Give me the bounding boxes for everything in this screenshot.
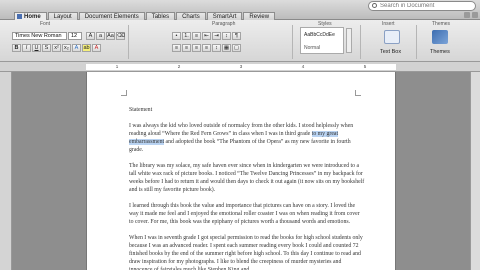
ruler-mark: 1 bbox=[115, 64, 119, 69]
insert-group-title: Insert bbox=[382, 21, 395, 27]
list-buttons: • 1. ≡ ⇤ ⇥ ↕ ¶ bbox=[172, 32, 241, 40]
ruler-marks: 1 2 3 4 5 bbox=[86, 64, 396, 70]
themes-label: Themes bbox=[430, 49, 450, 55]
paragraph-group-title: Paragraph bbox=[212, 21, 236, 27]
text-effects-button[interactable]: A bbox=[72, 44, 81, 52]
shrink-font-button[interactable]: a bbox=[96, 32, 105, 40]
change-case-button[interactable]: Aa bbox=[106, 32, 115, 40]
subscript-button[interactable]: x₂ bbox=[62, 44, 71, 52]
show-marks-button[interactable]: ¶ bbox=[232, 32, 241, 40]
search-box[interactable] bbox=[368, 1, 476, 11]
font-size-buttons: A a Aa ⌫ bbox=[86, 32, 125, 40]
highlight-button[interactable]: ab bbox=[82, 44, 91, 52]
ruler-mark: 4 bbox=[301, 64, 305, 69]
text-box-label: Text Box bbox=[380, 49, 402, 55]
crop-mark bbox=[355, 90, 361, 96]
bullets-button[interactable]: • bbox=[172, 32, 181, 40]
paragraph: The library was my solace, my safe haven… bbox=[129, 163, 365, 193]
decrease-indent-button[interactable]: ⇤ bbox=[202, 32, 211, 40]
document-area: Statement I was always the kid who loved… bbox=[0, 72, 480, 270]
italic-button[interactable]: I bbox=[22, 44, 31, 52]
crop-mark bbox=[121, 90, 127, 96]
align-right-button[interactable]: ≡ bbox=[192, 44, 201, 52]
vertical-ruler bbox=[0, 72, 12, 270]
strikethrough-button[interactable]: S bbox=[42, 44, 51, 52]
text-box-icon[interactable] bbox=[384, 30, 400, 44]
bold-button[interactable]: B bbox=[12, 44, 21, 52]
underline-button[interactable]: U bbox=[32, 44, 41, 52]
ruler-mark: 5 bbox=[363, 64, 367, 69]
vertical-scrollbar[interactable] bbox=[470, 72, 480, 270]
font-color-button[interactable]: A bbox=[92, 44, 101, 52]
search-icon bbox=[372, 3, 377, 8]
borders-button[interactable]: ▢ bbox=[232, 44, 241, 52]
horizontal-ruler[interactable]: 1 2 3 4 5 bbox=[0, 62, 480, 72]
ribbon-tab-bar: Home Layout Document Elements Tables Cha… bbox=[0, 0, 480, 21]
shading-button[interactable]: ▦ bbox=[222, 44, 231, 52]
align-center-button[interactable]: ≡ bbox=[182, 44, 191, 52]
justify-button[interactable]: ≡ bbox=[202, 44, 211, 52]
increase-indent-button[interactable]: ⇥ bbox=[212, 32, 221, 40]
ruler-mark: 3 bbox=[239, 64, 243, 69]
grow-font-button[interactable]: A bbox=[86, 32, 95, 40]
divider bbox=[292, 25, 293, 59]
font-group-title: Font bbox=[40, 21, 51, 27]
document-text[interactable]: Statement I was always the kid who loved… bbox=[129, 106, 365, 270]
sort-button[interactable]: ↕ bbox=[222, 32, 231, 40]
line-spacing-button[interactable]: ↕ bbox=[212, 44, 221, 52]
document-title: Statement bbox=[129, 107, 153, 113]
clear-format-button[interactable]: ⌫ bbox=[116, 32, 125, 40]
multilevel-list-button[interactable]: ≡ bbox=[192, 32, 201, 40]
ribbon: Font Paragraph Styles Insert Themes Time… bbox=[0, 20, 480, 62]
styles-scroll[interactable] bbox=[346, 28, 352, 53]
font-style-buttons: B I U S x² x₂ A ab A bbox=[12, 44, 101, 52]
numbering-button[interactable]: 1. bbox=[182, 32, 191, 40]
collapse-ribbon-icon[interactable] bbox=[464, 12, 470, 18]
themes-group-title: Themes bbox=[432, 21, 451, 27]
divider bbox=[360, 25, 361, 59]
superscript-button[interactable]: x² bbox=[52, 44, 61, 52]
paragraph: I learned through this book the value an… bbox=[129, 203, 360, 225]
align-left-button[interactable]: ≡ bbox=[172, 44, 181, 52]
divider bbox=[416, 25, 417, 59]
ruler-mark: 2 bbox=[177, 64, 181, 69]
ribbon-controls bbox=[464, 12, 478, 18]
styles-gallery[interactable]: AaBbCcDdEe Normal bbox=[300, 27, 344, 54]
style-label: Normal bbox=[304, 45, 321, 51]
style-sample: AaBbCcDdEe bbox=[304, 32, 335, 38]
paragraph: I was always the kid who loved outside o… bbox=[129, 122, 365, 154]
themes-icon[interactable] bbox=[432, 30, 448, 44]
home-icon bbox=[17, 14, 22, 19]
paragraph: When I was in seventh grade I got specia… bbox=[129, 235, 363, 270]
font-size-select[interactable]: 12 bbox=[68, 32, 82, 40]
font-name-select[interactable]: Times New Roman bbox=[12, 32, 67, 40]
divider bbox=[128, 25, 129, 59]
alignment-buttons: ≡ ≡ ≡ ≡ ↕ ▦ ▢ bbox=[172, 44, 241, 52]
search-input[interactable] bbox=[380, 2, 472, 10]
settings-gear-icon[interactable] bbox=[472, 12, 478, 18]
document-page[interactable]: Statement I was always the kid who loved… bbox=[86, 72, 396, 270]
